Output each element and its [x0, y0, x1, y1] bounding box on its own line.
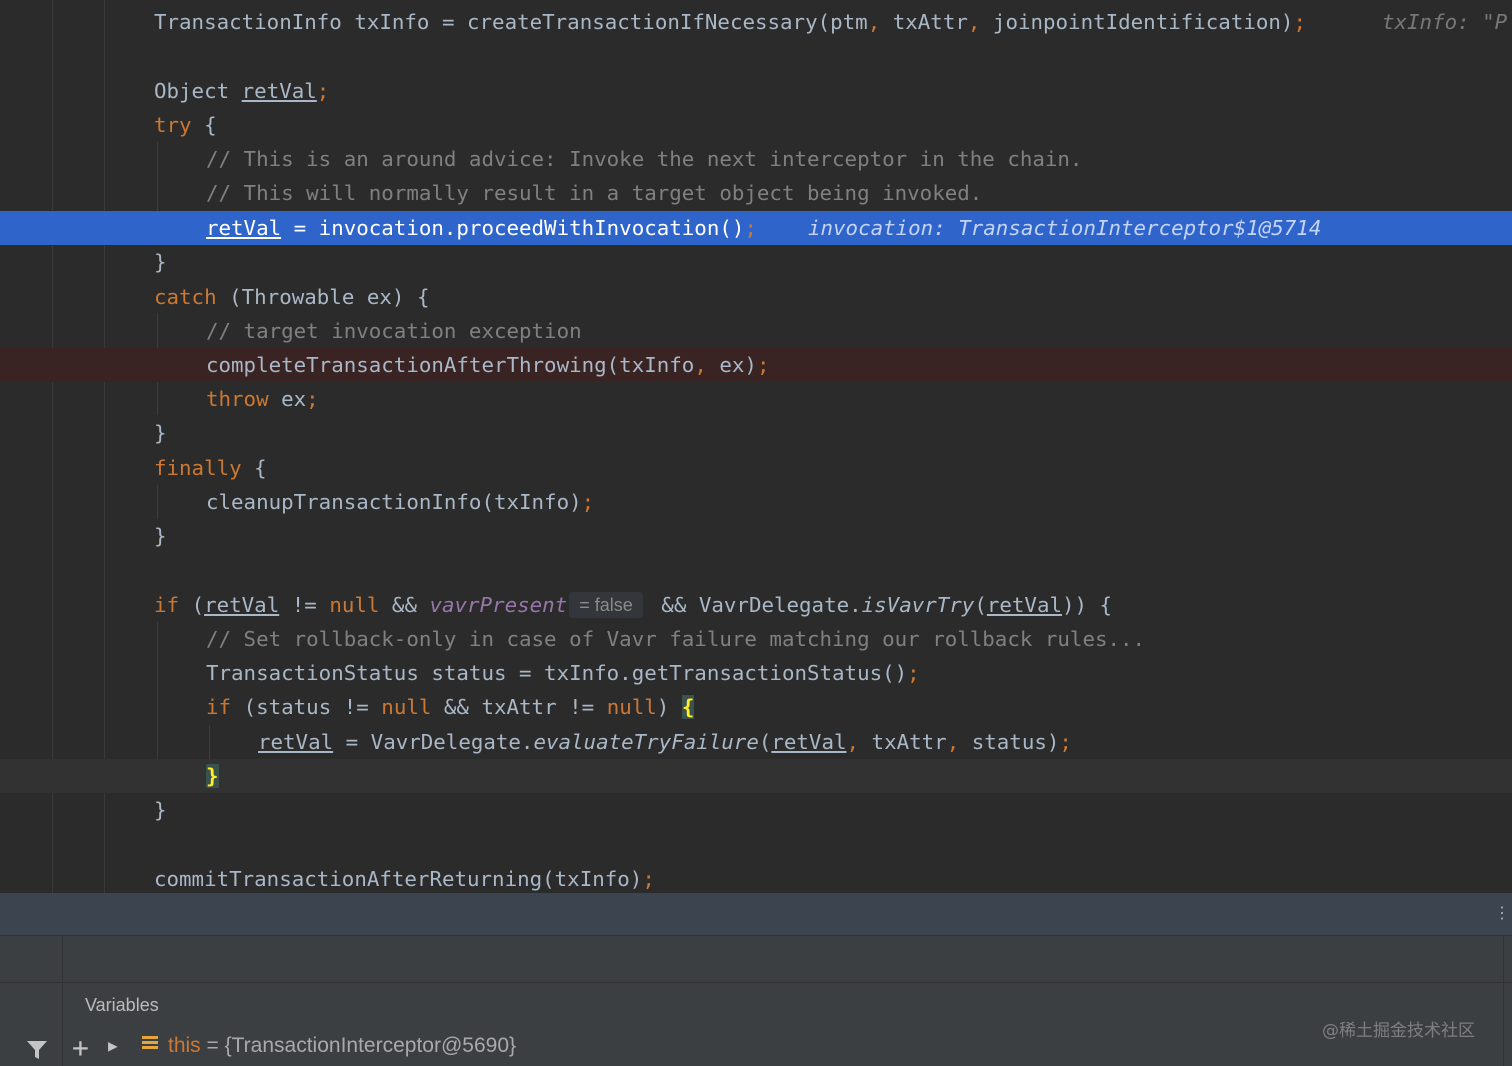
code-line[interactable]: // Set rollback-only in case of Vavr fai…: [0, 622, 1512, 656]
code-line[interactable]: finally {: [0, 451, 1512, 485]
matched-brace: }: [206, 764, 219, 788]
panel-separator: [62, 936, 63, 982]
current-execution-line[interactable]: retVal = invocation.proceedWithInvocatio…: [0, 211, 1512, 245]
code-line[interactable]: TransactionInfo txInfo = createTransacti…: [0, 5, 1512, 39]
code-line[interactable]: }: [0, 245, 1512, 279]
code-line[interactable]: if (retVal != null && vavrPresent = false…: [0, 588, 1512, 622]
more-options-icon[interactable]: ⋮: [1494, 903, 1510, 923]
panel-separator: [0, 982, 1512, 983]
code-line[interactable]: }: [0, 519, 1512, 553]
code-line[interactable]: // This will normally result in a target…: [0, 176, 1512, 210]
add-watch-icon[interactable]: +: [72, 1034, 89, 1062]
code-line[interactable]: // target invocation exception: [0, 314, 1512, 348]
code-line[interactable]: throw ex;: [0, 382, 1512, 416]
code-line[interactable]: commitTransactionAfterReturning(txInfo);: [0, 862, 1512, 893]
code-line[interactable]: // This is an around advice: Invoke the …: [0, 142, 1512, 176]
matched-brace: {: [681, 695, 695, 719]
code-line[interactable]: retVal = VavrDelegate.evaluateTryFailure…: [0, 725, 1512, 759]
variable-value: {TransactionInterceptor@5690}: [224, 1034, 517, 1057]
panel-separator: [1503, 936, 1504, 1066]
filter-icon[interactable]: [26, 1040, 48, 1064]
variable-entry[interactable]: this = {TransactionInterceptor@5690}: [168, 1033, 516, 1059]
code-editor[interactable]: TransactionInfo txInfo = createTransacti…: [0, 0, 1512, 893]
breakpoint-line[interactable]: completeTransactionAfterThrowing(txInfo,…: [0, 348, 1512, 382]
debug-value-hint: invocation: TransactionInterceptor$1@571…: [808, 216, 1322, 240]
code-line[interactable]: try {: [0, 108, 1512, 142]
variables-title: Variables: [85, 995, 159, 1015]
debug-value-hint: txInfo: "P: [1382, 10, 1508, 34]
code-line[interactable]: catch (Throwable ex) {: [0, 280, 1512, 314]
code-line[interactable]: }: [0, 416, 1512, 450]
code-line[interactable]: }: [0, 793, 1512, 827]
caret-line[interactable]: }: [0, 759, 1512, 793]
editor-breadcrumb-bar: ⋮: [0, 893, 1512, 935]
panel-separator: [62, 982, 63, 1066]
code-line[interactable]: TransactionStatus status = txInfo.getTra…: [0, 656, 1512, 690]
field-icon: [142, 1036, 158, 1052]
variable-name: this: [168, 1034, 201, 1057]
code-line[interactable]: cleanupTransactionInfo(txInfo);: [0, 485, 1512, 519]
code-line[interactable]: if (status != null && txAttr != null) {: [0, 690, 1512, 724]
inline-value-hint: = false: [569, 592, 643, 618]
watermark: @稀土掘金技术社区: [1322, 1021, 1475, 1041]
code-line[interactable]: Object retVal;: [0, 74, 1512, 108]
expand-arrow-icon[interactable]: ▶: [108, 1036, 118, 1056]
